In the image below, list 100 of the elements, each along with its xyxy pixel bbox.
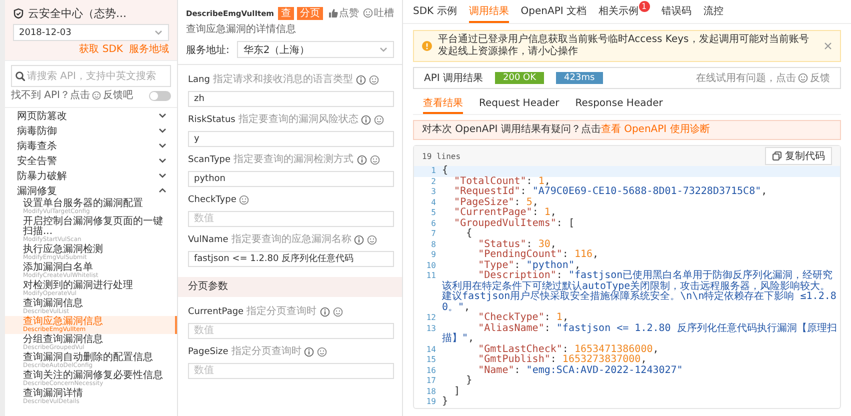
- param-hint: 指定分页查询时: [246, 306, 317, 318]
- input-field[interactable]: fastjson <= 1.2.80 反序列化任意代码: [188, 250, 394, 266]
- tab[interactable]: 错误码: [662, 0, 692, 23]
- code-line: "GmtLastCheck": 1653471386000,: [477, 344, 660, 354]
- smiley-icon: [332, 306, 343, 316]
- complain-button[interactable]: 吐槽: [363, 6, 394, 20]
- code-line: "GroupedVulItems": [: [453, 218, 576, 228]
- param-name: RiskStatus: [188, 114, 236, 126]
- search-icon: [15, 71, 25, 81]
- param-hint: 指定请求和接收消息的语言类型: [212, 74, 353, 86]
- category-item[interactable]: 安全告警: [5, 153, 177, 168]
- smiley-icon: [798, 73, 808, 83]
- smiley-icon: [368, 75, 379, 85]
- smiley-icon: [239, 195, 250, 205]
- copy-button[interactable]: 复制代码: [765, 147, 832, 165]
- endpoint-select[interactable]: 华东2（上海）: [237, 41, 394, 58]
- line-number: 18: [425, 386, 437, 397]
- line-number: 12: [425, 313, 437, 324]
- param-hint: 指定要查询的漏洞风险状态: [238, 114, 358, 126]
- category-item[interactable]: 防暴力破解: [5, 168, 177, 183]
- line-number: 5: [430, 208, 437, 218]
- code-line: }: [442, 397, 450, 408]
- chevron-down-icon: [154, 28, 163, 37]
- param-name: CheckType: [188, 194, 236, 206]
- code-line: {: [466, 229, 472, 240]
- input-field[interactable]: 数值: [188, 322, 394, 338]
- param-hint: 指定要查询的应急漏洞名称: [231, 234, 352, 246]
- category-item[interactable]: 网页防篡改: [5, 108, 177, 123]
- code-line: "GmtPublish": 1653273837000,: [477, 355, 648, 366]
- param-name: CurrentPage: [188, 306, 244, 318]
- line-number: 19: [425, 397, 437, 408]
- smiley-icon: [370, 155, 380, 165]
- code-line: "AliasName": "fastjson <= 1.2.80 反序列化任意代码执行漏洞【原理扫描】",: [442, 324, 838, 344]
- line-number: 6: [430, 218, 437, 229]
- chevron-down-icon: [379, 45, 388, 54]
- line-number: 13: [425, 324, 437, 334]
- diagnosis-banner: 对本次 OpenAPI 调用结果有疑问？点击查看 OpenAPI 使用诊断: [413, 120, 841, 140]
- result-tab[interactable]: Request Header: [479, 94, 560, 114]
- line-number: 9: [430, 250, 437, 260]
- param-hint: 指定要查询的漏洞检测方式: [234, 154, 354, 166]
- code-line: "RequestId": "A79C0E69-CE10-5688-8D01-73228D3715C8",: [453, 187, 768, 197]
- param-name: ScanType: [188, 154, 231, 166]
- code-line: ]: [453, 386, 462, 397]
- line-number: 4: [430, 198, 437, 208]
- line-number: 15: [425, 355, 437, 366]
- input-field[interactable]: 数值: [188, 362, 394, 378]
- input-field[interactable]: zh: [188, 91, 394, 107]
- param-name: PageSize: [188, 346, 228, 358]
- code-line: "Status": 30,: [477, 240, 556, 250]
- category-item[interactable]: 病毒防御: [5, 123, 177, 138]
- input-field[interactable]: python: [188, 171, 394, 187]
- duration-badge: 423ms: [556, 72, 603, 84]
- method-tag: 查: [278, 6, 294, 20]
- search-field[interactable]: 请搜索 API，支持中英文搜索: [11, 65, 171, 87]
- tab[interactable]: OpenAPI 文档: [520, 0, 587, 23]
- line-number: 16: [425, 366, 437, 376]
- feedback-hint: 在线试用有问题，点击: [696, 72, 796, 85]
- code-line: "PendingCount": 116,: [477, 250, 600, 260]
- tab[interactable]: 相关示例 1: [598, 0, 650, 23]
- line-number: 1: [430, 166, 437, 176]
- shield-icon: [13, 8, 24, 19]
- smiley-icon: [92, 91, 101, 100]
- code-line: "Name": "emg:SCA:AVD-2022-1243027": [477, 366, 684, 376]
- smiley-icon: [374, 115, 384, 125]
- code-line: "CurrentPage": 1,: [453, 208, 558, 218]
- line-number: 11: [425, 271, 437, 282]
- code-line: }: [465, 376, 474, 386]
- version-select[interactable]: 2018-12-03: [13, 24, 169, 41]
- warning-text: 平台通过已登录用户信息获取当前账号临时Access Keys，发起调用可能对当前账号发起线上资源操作，请小心操作: [438, 34, 810, 58]
- like-button[interactable]: 点赞: [328, 6, 359, 20]
- category-item[interactable]: 病毒查杀: [5, 138, 177, 153]
- input-field[interactable]: y: [188, 131, 394, 147]
- feedback-link[interactable]: 反馈吧: [103, 90, 133, 101]
- code-line: "Description": "fastjson已使用黑白名单用于防御反序列化漏洞，经研究该利用在特定条件下可绕过默认autoType关闭限制，攻击远程服务器，风险影响较大。建议fastjson用户尽快采取安全措施保障系统安全。\n\n特定依赖存在下影响 ≤1.2.80。",: [442, 271, 838, 312]
- feedback-link[interactable]: 反馈: [810, 71, 830, 85]
- endpoint-label: 服务地址:: [186, 44, 230, 56]
- param-name: VulName: [188, 234, 228, 246]
- thumbs-up-icon: [328, 8, 338, 18]
- result-tab[interactable]: Response Header: [575, 94, 663, 114]
- line-number: 2: [430, 176, 437, 187]
- status-badge: 200 OK: [495, 72, 544, 84]
- result-label: API 调用结果: [424, 72, 483, 85]
- line-number: 17: [425, 376, 437, 386]
- category-item[interactable]: 漏洞修复: [5, 183, 177, 198]
- param-name: Lang: [188, 74, 210, 86]
- method-tag: 分页: [296, 6, 323, 20]
- code-line: "TotalCount": 1,: [453, 176, 552, 186]
- hint-text: 找不到 API？点击: [11, 90, 90, 101]
- line-number: 14: [425, 344, 437, 355]
- smiley-icon: [317, 346, 328, 356]
- toggle-switch[interactable]: [149, 90, 171, 100]
- code-line: {: [442, 166, 450, 176]
- tab[interactable]: 流控: [704, 0, 724, 23]
- close-icon[interactable]: [824, 42, 832, 50]
- code-line: "CheckType": 1,: [477, 313, 570, 323]
- warning-icon: [422, 41, 432, 51]
- tab[interactable]: SDK 示例: [413, 0, 457, 23]
- input-field[interactable]: 数值: [188, 211, 394, 227]
- code-line: "PageSize": 5,: [453, 198, 540, 208]
- param-hint: 指定分页查询时: [231, 346, 302, 358]
